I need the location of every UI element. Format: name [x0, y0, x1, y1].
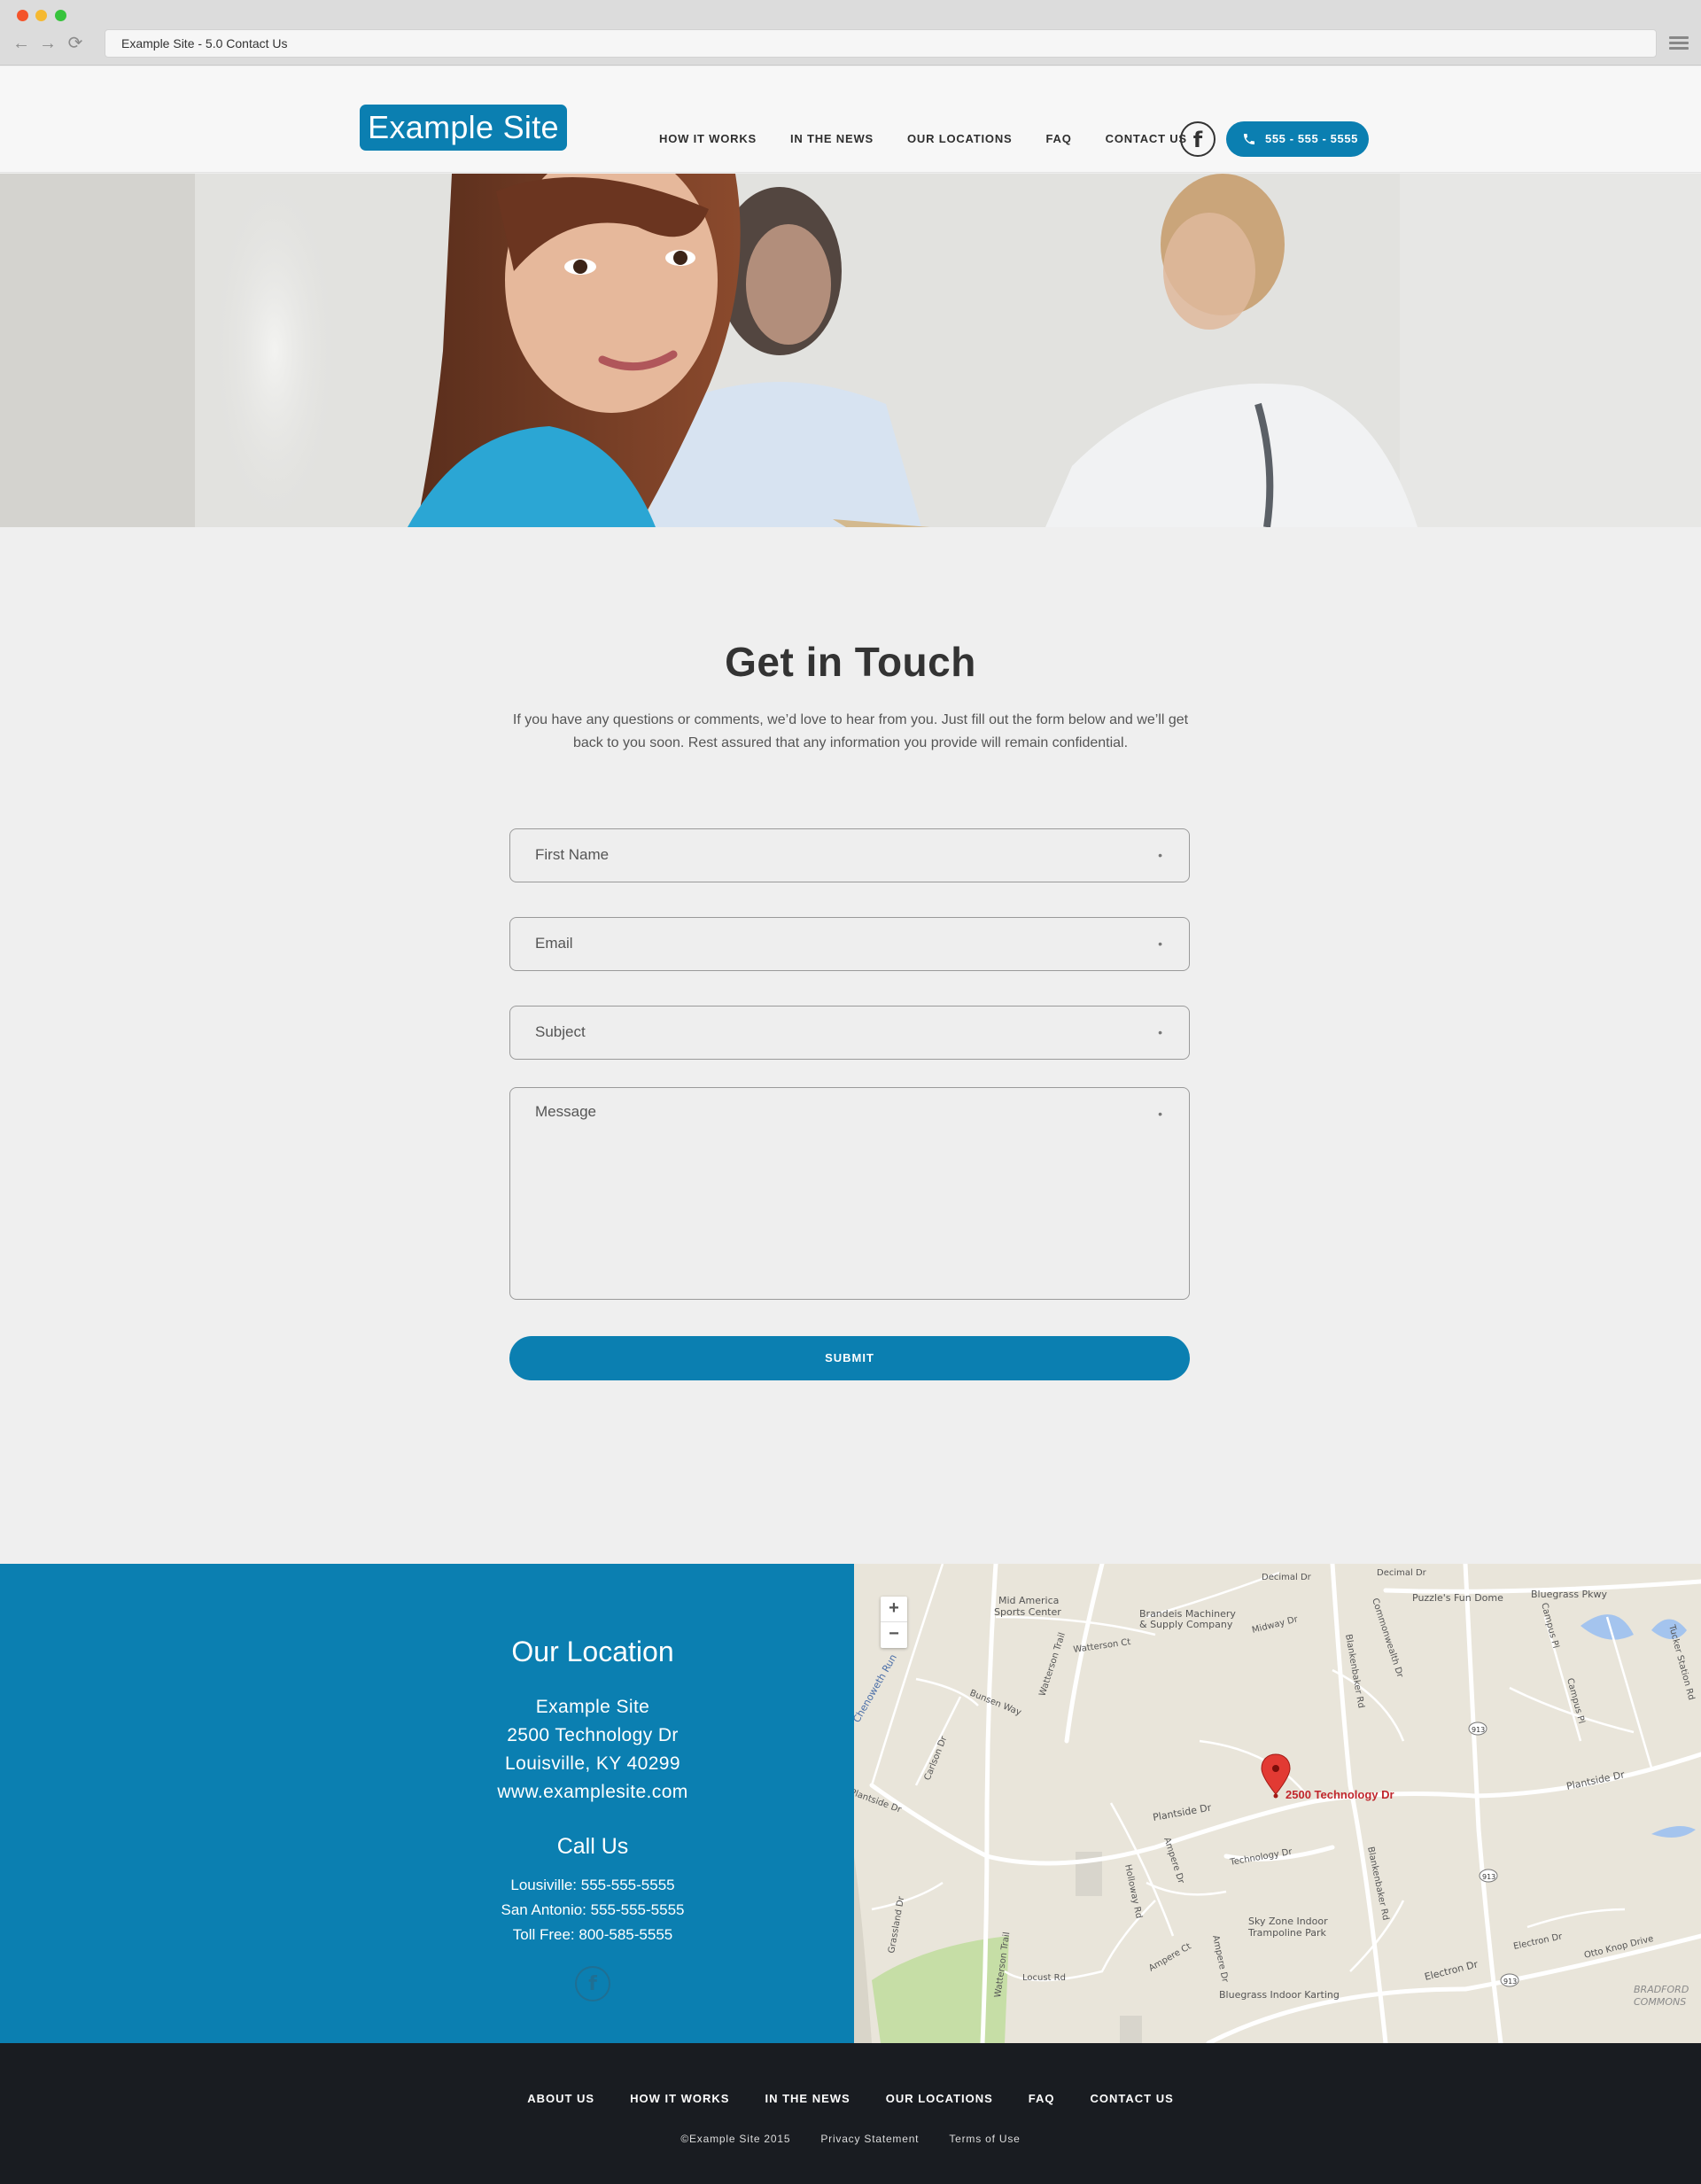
facebook-icon[interactable]: f — [1180, 121, 1216, 157]
map-pin-label: 2500 Technology Dr — [1285, 1788, 1394, 1801]
location-title: Our Location — [511, 1636, 674, 1667]
phone-number: 555 - 555 - 5555 — [1265, 132, 1359, 145]
map-label: Mid America — [998, 1595, 1059, 1606]
location-website[interactable]: www.examplesite.com — [424, 1778, 761, 1807]
footer-nav-how-it-works[interactable]: HOW IT WORKS — [630, 2092, 729, 2105]
reload-icon[interactable]: ⟳ — [66, 34, 85, 53]
browser-chrome: ← → ⟳ Example Site - 5.0 Contact Us — [0, 0, 1701, 66]
back-arrow-icon[interactable]: ← — [12, 34, 31, 53]
email-placeholder: Email — [535, 935, 573, 952]
route-913-shield: 913 — [1468, 1722, 1487, 1736]
message-field[interactable]: Message • — [509, 1087, 1190, 1300]
maximize-window-icon[interactable] — [55, 10, 66, 21]
location-map[interactable]: Mid America Sports Center Brandeis Machi… — [854, 1564, 1701, 2043]
route-913-shield: 913 — [1500, 1973, 1519, 1987]
map-label: Puzzle's Fun Dome — [1412, 1592, 1503, 1604]
required-marker: • — [1158, 937, 1162, 951]
location-section: Our Location Example Site 2500 Technolog… — [0, 1564, 854, 2043]
required-marker: • — [1158, 1025, 1162, 1039]
footer-nav-our-locations[interactable]: OUR LOCATIONS — [886, 2092, 993, 2105]
required-marker: • — [1158, 1107, 1162, 1121]
map-label: Sky Zone Indoor — [1248, 1916, 1328, 1927]
minimize-window-icon[interactable] — [35, 10, 47, 21]
page-title: Get in Touch — [725, 639, 976, 685]
footer-nav-contact-us[interactable]: CONTACT US — [1091, 2092, 1174, 2105]
site-footer: ABOUT US HOW IT WORKS IN THE NEWS OUR LO… — [0, 2043, 1701, 2184]
map-label: BRADFORD — [1634, 1984, 1689, 1995]
map-label: Bluegrass Pkwy — [1531, 1589, 1608, 1600]
map-label: Sports Center — [994, 1606, 1061, 1618]
call-louisville[interactable]: Lousiville: 555-555-5555 — [424, 1873, 761, 1898]
terms-link[interactable]: Terms of Use — [949, 2133, 1020, 2145]
svg-text:913: 913 — [1472, 1726, 1485, 1734]
first-name-placeholder: First Name — [535, 846, 610, 863]
call-toll-free[interactable]: Toll Free: 800-585-5555 — [424, 1923, 761, 1947]
hero-photo-illustration — [0, 174, 1701, 527]
svg-text:913: 913 — [1482, 1873, 1495, 1881]
nav-our-locations[interactable]: OUR LOCATIONS — [907, 132, 1013, 150]
email-field[interactable]: Email • — [509, 917, 1190, 971]
zoom-out-button[interactable]: − — [881, 1622, 907, 1648]
route-913-shield: 913 — [1479, 1869, 1498, 1883]
map-label: Bluegrass Indoor Karting — [1219, 1989, 1340, 2001]
intro-text: If you have any questions or comments, w… — [512, 712, 1189, 750]
phone-icon — [1244, 134, 1254, 144]
main-nav: HOW IT WORKS IN THE NEWS OUR LOCATIONS F… — [659, 132, 1221, 150]
nav-contact-us[interactable]: CONTACT US — [1106, 132, 1187, 150]
zoom-in-button[interactable]: + — [881, 1597, 907, 1622]
site-header: Example Site HOW IT WORKS IN THE NEWS OU… — [0, 66, 1701, 173]
message-placeholder: Message — [535, 1103, 596, 1120]
copyright: ©Example Site 2015 — [680, 2133, 791, 2145]
map-label: Decimal Dr — [1377, 1568, 1427, 1578]
footer-nav-in-the-news[interactable]: IN THE NEWS — [765, 2092, 850, 2105]
required-marker: • — [1158, 848, 1162, 862]
facebook-icon[interactable]: f — [575, 1966, 610, 2001]
map-illustration: Mid America Sports Center Brandeis Machi… — [854, 1564, 1701, 2043]
call-san-antonio[interactable]: San Antonio: 555-555-5555 — [424, 1898, 761, 1923]
address-bar[interactable]: Example Site - 5.0 Contact Us — [105, 29, 1657, 58]
map-label: Locust Rd — [1022, 1973, 1066, 1983]
subject-placeholder: Subject — [535, 1023, 586, 1040]
map-label: Trampoline Park — [1247, 1927, 1327, 1939]
footer-nav-about-us[interactable]: ABOUT US — [527, 2092, 594, 2105]
footer-nav: ABOUT US HOW IT WORKS IN THE NEWS OUR LO… — [0, 2092, 1701, 2105]
nav-in-the-news[interactable]: IN THE NEWS — [790, 132, 874, 150]
map-label: Decimal Dr — [1262, 1573, 1312, 1582]
hamburger-menu-icon[interactable] — [1669, 34, 1689, 53]
privacy-link[interactable]: Privacy Statement — [820, 2133, 919, 2145]
svg-text:913: 913 — [1503, 1978, 1517, 1986]
phone-button[interactable]: 555 - 555 - 5555 — [1226, 121, 1369, 157]
first-name-field[interactable]: First Name • — [509, 828, 1190, 882]
map-label: & Supply Company — [1139, 1619, 1233, 1630]
nav-how-it-works[interactable]: HOW IT WORKS — [659, 132, 757, 150]
location-city: Louisville, KY 40299 — [505, 1753, 680, 1774]
submit-button[interactable]: SUBMIT — [509, 1336, 1190, 1380]
footer-nav-faq[interactable]: FAQ — [1029, 2092, 1055, 2105]
footer-legal: ©Example Site 2015 Privacy Statement Ter… — [0, 2133, 1701, 2145]
nav-faq[interactable]: FAQ — [1046, 132, 1072, 150]
forward-arrow-icon[interactable]: → — [38, 34, 58, 53]
hero-image — [0, 174, 1701, 527]
close-window-icon[interactable] — [17, 10, 28, 21]
location-street: 2500 Technology Dr — [507, 1725, 679, 1745]
location-name: Example Site — [535, 1697, 650, 1717]
site-logo[interactable]: Example Site — [360, 105, 567, 151]
map-zoom-control: + − — [881, 1597, 907, 1648]
call-us-title: Call Us — [556, 1834, 629, 1859]
map-label: COMMONS — [1634, 1996, 1686, 2008]
subject-field[interactable]: Subject • — [509, 1006, 1190, 1060]
